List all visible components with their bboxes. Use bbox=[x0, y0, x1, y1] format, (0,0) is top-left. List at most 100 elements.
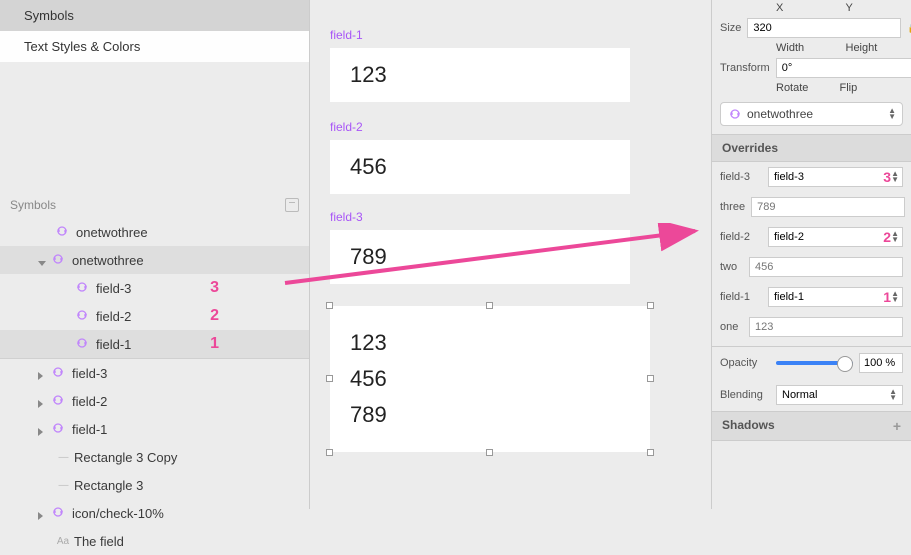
disclosure-triangle-icon[interactable] bbox=[38, 255, 48, 265]
instance-value: 123 bbox=[350, 330, 630, 356]
layer-row[interactable]: — Rectangle 3 bbox=[0, 471, 309, 499]
symbol-icon bbox=[56, 225, 70, 239]
instance-value: 456 bbox=[350, 366, 630, 392]
shape-icon: — bbox=[56, 478, 70, 492]
text-icon: Aa bbox=[56, 534, 70, 548]
opacity-slider[interactable] bbox=[776, 361, 853, 365]
symbol-icon bbox=[729, 108, 741, 120]
override-label: field-1 bbox=[720, 291, 762, 303]
disclosure-triangle-icon[interactable] bbox=[38, 508, 48, 518]
override-input[interactable] bbox=[749, 257, 903, 277]
artboard-field-3: field-3 789 bbox=[330, 210, 630, 284]
disclosure-triangle-icon[interactable] bbox=[38, 227, 52, 237]
disclosure-triangle-icon[interactable] bbox=[38, 424, 48, 434]
symbols-section-title: Symbols bbox=[10, 198, 56, 212]
resize-handle[interactable] bbox=[486, 449, 493, 456]
annotation-number: 3 bbox=[210, 279, 219, 297]
artboard-value: 789 bbox=[330, 230, 630, 284]
artboard-value: 456 bbox=[330, 140, 630, 194]
collapse-icon[interactable] bbox=[285, 198, 299, 212]
canvas[interactable]: field-1 123 field-2 456 field-3 789 123 … bbox=[310, 0, 710, 509]
symbol-icon bbox=[76, 281, 90, 295]
symbol-picker[interactable]: onetwothree ▲▼ bbox=[720, 102, 903, 126]
size-label: Size bbox=[720, 22, 741, 34]
height-sublabel: Height bbox=[846, 42, 904, 54]
annotation-number: 2 bbox=[883, 229, 891, 245]
layer-row[interactable]: Aa The field bbox=[0, 527, 309, 555]
disclosure-triangle-icon[interactable] bbox=[58, 311, 72, 321]
layer-row[interactable]: field-1 bbox=[0, 415, 309, 443]
override-input[interactable] bbox=[749, 317, 903, 337]
layer-row[interactable]: field-3 bbox=[0, 359, 309, 387]
layer-row[interactable]: field-22 bbox=[0, 302, 309, 330]
disclosure-triangle-icon[interactable] bbox=[38, 368, 48, 378]
symbol-icon bbox=[52, 366, 66, 380]
overrides-list: field-3field-3▲▼3threefield-2field-2▲▼2t… bbox=[712, 162, 911, 342]
width-input[interactable] bbox=[747, 18, 901, 38]
tab-symbols[interactable]: Symbols bbox=[0, 0, 309, 31]
disclosure-triangle-icon[interactable] bbox=[58, 283, 72, 293]
chevron-updown-icon: ▲▼ bbox=[888, 108, 896, 120]
opacity-label: Opacity bbox=[720, 357, 770, 369]
layer-label: Rectangle 3 bbox=[74, 478, 143, 493]
resize-handle[interactable] bbox=[486, 302, 493, 309]
flip-sublabel: Flip bbox=[840, 82, 904, 94]
annotation-number: 3 bbox=[883, 169, 891, 185]
overrides-section-title: Overrides bbox=[712, 134, 911, 162]
annotation-number: 2 bbox=[210, 307, 219, 325]
layer-row[interactable]: onetwothree bbox=[0, 246, 309, 274]
layer-row[interactable]: onetwothree bbox=[0, 218, 309, 246]
tab-text-styles[interactable]: Text Styles & Colors bbox=[0, 31, 309, 62]
override-label: field-2 bbox=[720, 231, 762, 243]
layer-row[interactable]: icon/check-10% bbox=[0, 499, 309, 527]
layer-label: onetwothree bbox=[76, 225, 148, 240]
layer-label: field-3 bbox=[96, 281, 131, 296]
resize-handle[interactable] bbox=[326, 449, 333, 456]
resize-handle[interactable] bbox=[647, 302, 654, 309]
disclosure-triangle-icon[interactable] bbox=[38, 452, 52, 462]
layer-label: Rectangle 3 Copy bbox=[74, 450, 177, 465]
selected-symbol-instance[interactable]: 123 456 789 bbox=[330, 306, 650, 452]
disclosure-triangle-icon[interactable] bbox=[58, 339, 72, 349]
rotate-sublabel: Rotate bbox=[776, 82, 840, 94]
layer-row[interactable]: field-1 1 bbox=[0, 330, 309, 358]
layer-row[interactable]: field-2 bbox=[0, 387, 309, 415]
symbol-icon bbox=[52, 506, 66, 520]
layer-label: The field bbox=[74, 534, 124, 549]
resize-handle[interactable] bbox=[326, 302, 333, 309]
blending-select[interactable]: Normal bbox=[776, 385, 903, 405]
layer-row[interactable]: — Rectangle 3 Copy bbox=[0, 443, 309, 471]
disclosure-triangle-icon[interactable] bbox=[38, 480, 52, 490]
disclosure-triangle-icon[interactable] bbox=[38, 536, 52, 546]
layer-row[interactable]: field-3 3 bbox=[0, 274, 309, 302]
resize-handle[interactable] bbox=[647, 375, 654, 382]
shape-icon: — bbox=[56, 450, 70, 464]
resize-handle[interactable] bbox=[647, 449, 654, 456]
disclosure-triangle-icon[interactable] bbox=[38, 396, 48, 406]
add-shadow-button[interactable]: + bbox=[893, 418, 901, 434]
override-row: two bbox=[712, 252, 911, 282]
resize-handle[interactable] bbox=[326, 375, 333, 382]
override-label: one bbox=[720, 321, 743, 333]
layer-label: icon/check-10% bbox=[72, 506, 164, 521]
artboard-field-2: field-2 456 bbox=[330, 120, 630, 194]
layer-label: field-2 bbox=[72, 394, 107, 409]
transform-label: Transform bbox=[720, 62, 770, 74]
shadows-section-title: Shadows + bbox=[712, 411, 911, 441]
override-label: field-3 bbox=[720, 171, 762, 183]
artboard-label: field-3 bbox=[330, 210, 630, 224]
x-label: X bbox=[776, 2, 834, 14]
rotate-input[interactable] bbox=[776, 58, 911, 78]
override-row: field-3field-3▲▼3 bbox=[712, 162, 911, 192]
layer-label: field-1 bbox=[96, 337, 131, 352]
layer-label: onetwothree bbox=[72, 253, 144, 268]
artboard-field-1: field-1 123 bbox=[330, 28, 630, 102]
override-label: three bbox=[720, 201, 745, 213]
annotation-number: 1 bbox=[210, 335, 219, 353]
opacity-value-input[interactable] bbox=[859, 353, 903, 373]
override-input[interactable] bbox=[751, 197, 905, 217]
lock-icon[interactable]: 🔒 bbox=[907, 23, 911, 34]
annotation-number: 1 bbox=[883, 289, 891, 305]
y-label: Y bbox=[846, 2, 904, 14]
override-row: field-2field-2▲▼2 bbox=[712, 222, 911, 252]
